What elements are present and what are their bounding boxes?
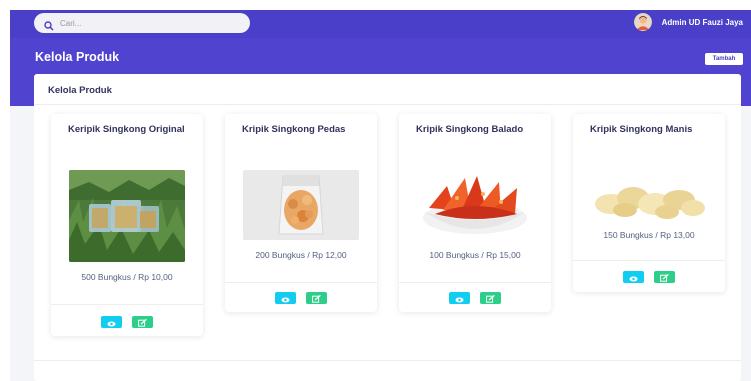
card-actions: [573, 271, 725, 283]
edit-button[interactable]: [480, 292, 501, 304]
add-product-button[interactable]: Tambah: [705, 53, 743, 65]
edit-icon: [312, 291, 321, 306]
edit-icon: [486, 291, 495, 306]
view-button[interactable]: [449, 292, 470, 304]
page: Admin UD Fauzi Jaya Kelola Produk Tambah…: [10, 10, 751, 381]
user-menu[interactable]: Admin UD Fauzi Jaya: [633, 13, 743, 31]
user-name[interactable]: Admin UD Fauzi Jaya: [662, 18, 743, 27]
product-image: [417, 168, 533, 242]
eye-icon: [455, 291, 464, 306]
product-image: [69, 170, 185, 262]
product-card: Keripik Singkong Original 500 Bungkus / …: [51, 114, 203, 336]
product-image: [591, 178, 707, 224]
edit-button[interactable]: [306, 292, 327, 304]
product-card: Kripik Singkong Manis 150 Bungkus / Rp 1…: [573, 114, 725, 292]
panel-title: Kelola Produk: [48, 85, 112, 96]
divider: [573, 260, 725, 261]
product-name: Kripik Singkong Balado: [416, 124, 524, 135]
view-button[interactable]: [275, 292, 296, 304]
product-quantity-price: 500 Bungkus / Rp 10,00: [81, 272, 173, 282]
divider: [225, 282, 377, 283]
avatar[interactable]: [633, 13, 652, 31]
divider: [51, 304, 203, 305]
card-actions: [51, 316, 203, 328]
product-name: Keripik Singkong Original: [68, 124, 185, 135]
product-name: Kripik Singkong Manis: [590, 124, 693, 135]
edit-button[interactable]: [654, 271, 675, 283]
product-panel: Kelola Produk Keripik Singkong Original: [34, 74, 741, 381]
product-name: Kripik Singkong Pedas: [242, 124, 346, 135]
product-card: Kripik Singkong Pedas 200 Bungkus / Rp 1…: [225, 114, 377, 312]
divider: [34, 360, 741, 361]
product-quantity-price: 150 Bungkus / Rp 13,00: [603, 230, 695, 240]
product-image: [243, 170, 359, 240]
card-actions: [399, 292, 551, 304]
product-card: Kripik Singkong Balado 100 Bungkus / Rp …: [399, 114, 551, 312]
card-actions: [225, 292, 377, 304]
eye-icon: [107, 315, 116, 330]
divider: [399, 282, 551, 283]
eye-icon: [281, 291, 290, 306]
edit-icon: [660, 270, 669, 285]
eye-icon: [629, 270, 638, 285]
edit-icon: [138, 315, 147, 330]
view-button[interactable]: [623, 271, 644, 283]
view-button[interactable]: [101, 316, 122, 328]
search-input[interactable]: [60, 18, 240, 28]
edit-button[interactable]: [132, 316, 153, 328]
page-title: Kelola Produk: [35, 50, 120, 64]
product-quantity-price: 100 Bungkus / Rp 15,00: [429, 250, 521, 260]
product-quantity-price: 200 Bungkus / Rp 12,00: [255, 250, 347, 260]
top-navbar: Admin UD Fauzi Jaya: [10, 10, 751, 38]
search-box[interactable]: [34, 13, 250, 33]
divider: [34, 104, 741, 105]
search-icon: [44, 18, 54, 31]
